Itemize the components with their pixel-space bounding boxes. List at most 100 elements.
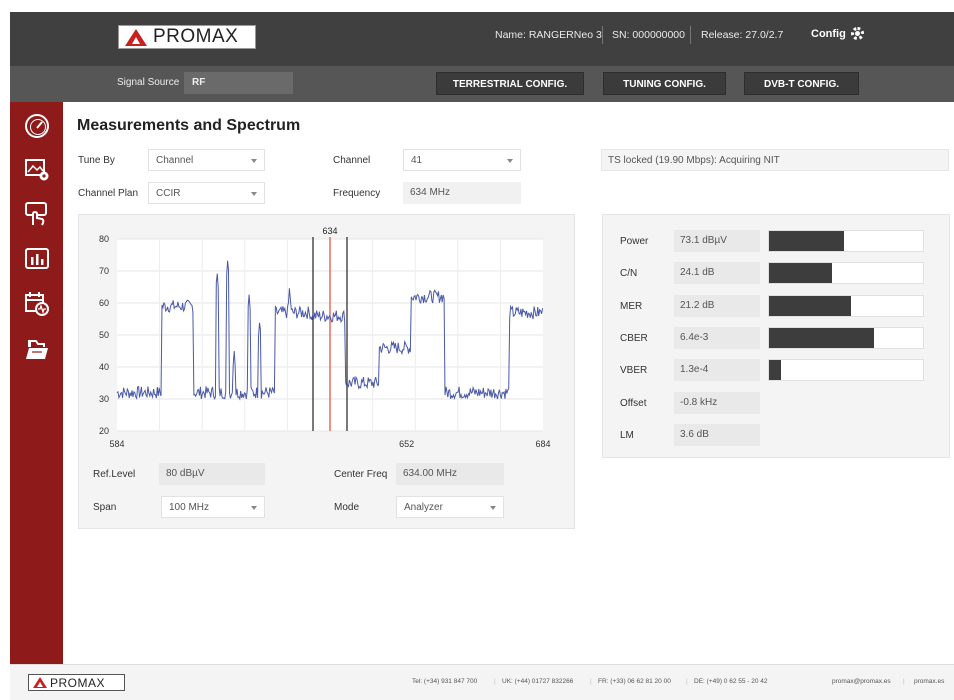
divider (602, 26, 603, 44)
mer-label: MER (620, 301, 643, 312)
mer-value: 21.2 dB (674, 295, 760, 317)
span-value: 100 MHz (169, 502, 210, 513)
power-value: 73.1 dBµV (674, 230, 760, 252)
promax-logo-icon (33, 677, 47, 688)
span-label: Span (93, 502, 117, 513)
signal-source-field[interactable]: RF (184, 72, 293, 94)
footer-logo: PROMAX (28, 674, 125, 691)
mode-label: Mode (334, 502, 360, 513)
chevron-down-icon (251, 159, 257, 163)
footer-brand: PROMAX (50, 675, 106, 690)
sidebar-item-image-settings[interactable] (24, 158, 50, 182)
cn-bar (768, 262, 924, 284)
release-version: Release: 27.0/2.7 (701, 29, 784, 41)
terrestrial-config-button[interactable]: TERRESTRIAL CONFIG. (436, 72, 584, 95)
tuning-config-button[interactable]: TUNING CONFIG. (603, 72, 726, 95)
lm-label: LM (620, 430, 634, 441)
ts-status: TS locked (19.90 Mbps): Acquiring NIT (601, 149, 949, 171)
mer-bar (768, 295, 924, 317)
frequency-field: 634 MHz (403, 182, 521, 204)
cber-bar (768, 327, 924, 349)
sidebar-item-files[interactable] (24, 338, 50, 362)
divider (690, 26, 691, 44)
x-tick-label: 684 (535, 439, 550, 449)
spectrum-panel: 80 70 60 50 40 30 20 584 652 684 634 Ref.Level 8… (78, 214, 575, 529)
footer-separator: | (903, 678, 905, 685)
y-tick-label: 50 (99, 330, 109, 340)
sidebar (10, 102, 63, 664)
y-tick-label: 30 (99, 394, 109, 404)
cber-label: CBER (620, 333, 648, 344)
vber-bar (768, 359, 924, 381)
page-title: Measurements and Spectrum (77, 117, 301, 134)
gear-icon (850, 27, 864, 40)
y-tick-label: 80 (99, 234, 109, 244)
channel-label: Channel (333, 155, 371, 166)
footer-phone-de: DE: (+49) 0 62 55 - 20 42 (694, 678, 768, 685)
footer-phone-uk: UK: (+44) 01727 832266 (502, 678, 574, 685)
tune-by-value: Channel (156, 155, 194, 166)
footer: PROMAX Tel: (+34) 931 847 700 | UK: (+44… (10, 664, 954, 700)
dvbt-config-button[interactable]: DVB-T CONFIG. (744, 72, 859, 95)
gauge-icon (25, 114, 49, 138)
y-tick-label: 60 (99, 298, 109, 308)
chevron-down-icon (251, 192, 257, 196)
center-freq-label: Center Freq (334, 469, 388, 480)
ref-level-label: Ref.Level (93, 469, 136, 480)
marker-label: 634 (322, 226, 337, 236)
vber-value: 1.3e-4 (674, 359, 760, 381)
signal-source-label: Signal Source (117, 77, 180, 88)
footer-email-link[interactable]: promax@promax.es (832, 678, 891, 685)
footer-web-link[interactable]: promax.es (914, 678, 944, 685)
footer-phone-es: Tel: (+34) 931 847 700 (412, 678, 478, 685)
vber-bar-fill (769, 360, 782, 380)
channel-select[interactable]: 41 (403, 149, 521, 171)
mer-bar-fill (769, 296, 851, 316)
calendar-signal-icon (25, 292, 49, 316)
frequency-label: Frequency (333, 188, 381, 199)
footer-separator: | (686, 678, 688, 685)
config-button[interactable]: Config (811, 27, 864, 40)
channel-plan-select[interactable]: CCIR (148, 182, 265, 204)
cn-value: 24.1 dB (674, 262, 760, 284)
x-tick-label: 652 (399, 439, 414, 449)
touch-tool-icon (25, 202, 47, 226)
footer-separator: | (590, 678, 592, 685)
y-tick-label: 70 (99, 266, 109, 276)
footer-separator: | (494, 678, 496, 685)
image-settings-icon (25, 159, 49, 181)
channel-value: 41 (411, 155, 423, 166)
folder-icon (26, 340, 48, 359)
power-bar-fill (769, 231, 845, 251)
y-tick-label: 20 (99, 426, 109, 436)
offset-value: -0.8 kHz (674, 392, 760, 414)
device-name: Name: RANGERNeo 3 (495, 29, 602, 41)
span-select[interactable]: 100 MHz (161, 496, 265, 518)
sidebar-item-scheduler[interactable] (24, 292, 50, 316)
promax-logo-icon (125, 28, 147, 46)
vber-label: VBER (620, 365, 648, 376)
cn-bar-fill (769, 263, 833, 283)
chevron-down-icon (490, 506, 496, 510)
sidebar-item-touch-tool[interactable] (24, 202, 50, 226)
ref-level-field: 80 dBµV (159, 463, 265, 485)
mode-value: Analyzer (404, 502, 443, 513)
channel-plan-label: Channel Plan (78, 188, 139, 199)
sidebar-item-measurements[interactable] (24, 114, 50, 138)
chevron-down-icon (251, 506, 257, 510)
tune-by-select[interactable]: Channel (148, 149, 265, 171)
config-label: Config (811, 27, 846, 40)
serial-number: SN: 000000000 (612, 29, 685, 41)
brand-name: PROMAX (153, 26, 239, 47)
power-bar (768, 230, 924, 252)
mode-select[interactable]: Analyzer (396, 496, 504, 518)
lm-value: 3.6 dB (674, 424, 760, 446)
bar-graph-icon (25, 248, 49, 269)
cber-bar-fill (769, 328, 874, 348)
channel-plan-value: CCIR (156, 188, 181, 199)
y-tick-label: 40 (99, 362, 109, 372)
cber-value: 6.4e-3 (674, 327, 760, 349)
measurements-panel: Power 73.1 dBµV C/N 24.1 dB MER 21.2 dB … (602, 214, 950, 458)
sidebar-item-bar-graph[interactable] (24, 247, 50, 271)
tune-by-label: Tune By (78, 155, 115, 166)
